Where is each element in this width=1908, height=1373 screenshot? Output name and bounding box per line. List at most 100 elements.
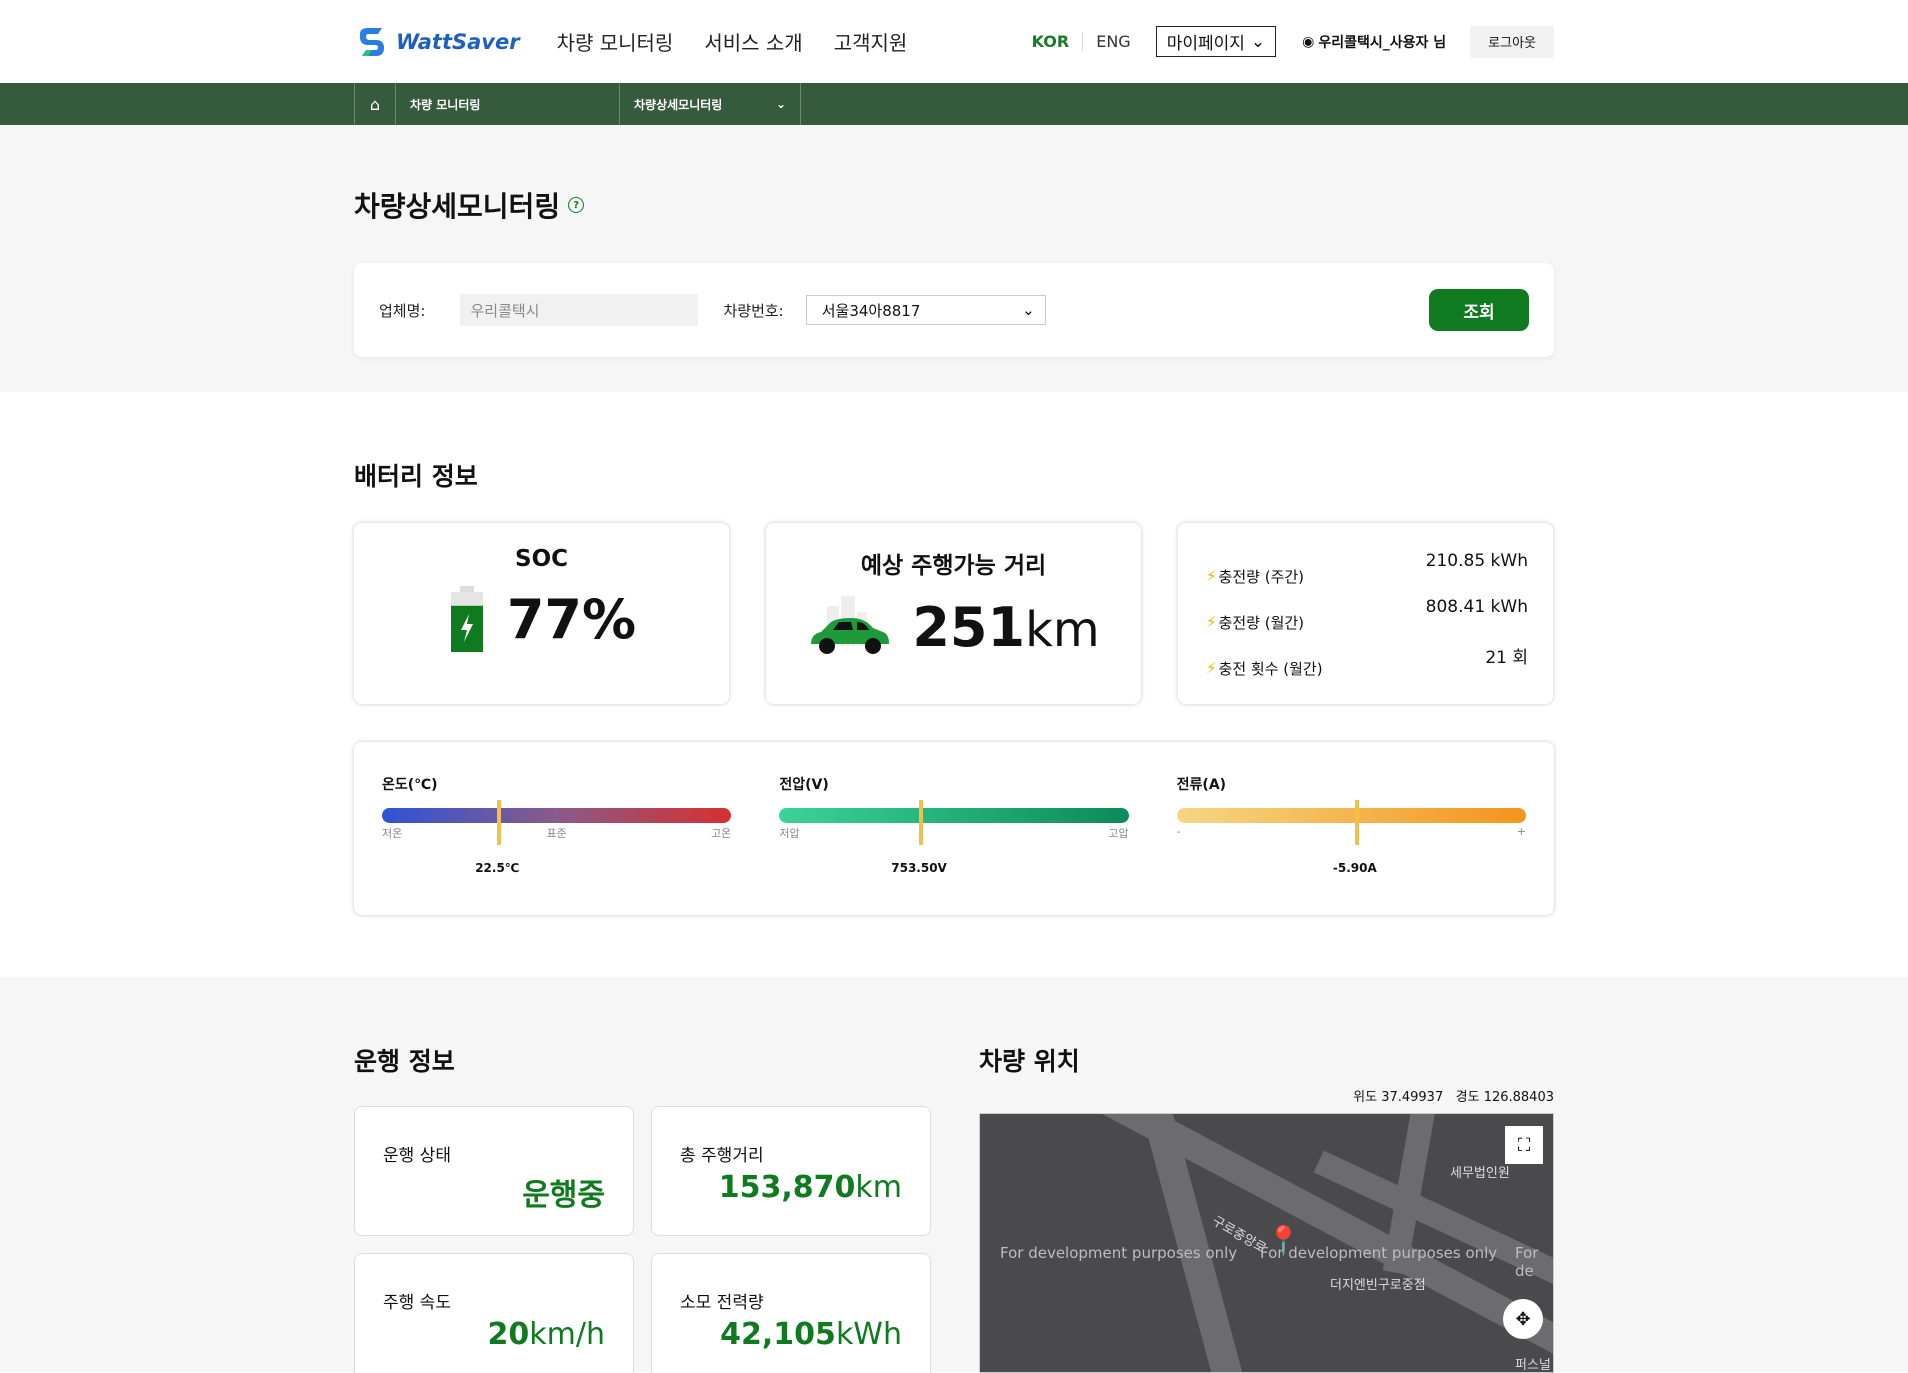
lng-label: 경도 (1455, 1090, 1480, 1105)
stat-row: ⚡ 충전량 (주간) 210.85 kWh (1206, 551, 1528, 597)
tile-label: 소모 전력량 (680, 1293, 764, 1313)
header: WattSaver 차량 모니터링 서비스 소개 고객지원 KOR ENG 마이… (0, 0, 1908, 83)
battery-icon (450, 586, 483, 652)
user-info[interactable]: ◉ 우리콜택시_사용자 님 (1302, 32, 1446, 52)
battery-title: 배터리 정보 (354, 462, 478, 491)
chevron-down-icon: ⌄ (1022, 301, 1035, 319)
tile-value: 20 (487, 1317, 530, 1352)
stat-row: ⚡ 충전량 (월간) 808.41 kWh (1206, 597, 1528, 643)
stat-value: 808.41 kWh (1425, 597, 1528, 617)
chevron-down-icon: ⌄ (1250, 31, 1266, 52)
range-unit: km (1025, 601, 1100, 658)
nav-service-intro[interactable]: 서비스 소개 (704, 27, 802, 56)
breadcrumb-item-vehicle-monitoring[interactable]: 차량 모니터링 (396, 83, 620, 125)
nav-customer-support[interactable]: 고객지원 (834, 27, 908, 56)
gauge-tick: 고온 (711, 827, 732, 840)
gauge-title: 온도(℃) (382, 777, 438, 793)
range-card: 예상 주행가능 거리 251km (766, 523, 1141, 704)
fullscreen-icon[interactable]: ⛶ (1505, 1126, 1543, 1164)
location-title: 차량 위치 (979, 1047, 1080, 1076)
drive-status-tile: 운행 상태 운행중 (354, 1106, 634, 1236)
map-label: 더지엔빈구로중점 (1330, 1278, 1426, 1293)
stat-label: 충전 횟수 (월간) (1218, 659, 1323, 678)
help-icon[interactable]: ? (568, 197, 585, 213)
search-button[interactable]: 조회 (1429, 289, 1529, 331)
map-pin-icon[interactable]: 📍 (1266, 1224, 1301, 1257)
drive-section: 운행 정보 운행 상태 운행중 총 주행거리 153,870km 주행 속도 2… (0, 977, 1908, 1373)
coordinates: 위도 37.49937 경도 126.88403 (979, 1086, 1554, 1105)
gauge-value: 753.50V (891, 861, 947, 875)
mypage-label: 마이페이지 (1166, 34, 1245, 54)
gauge-bar (779, 800, 1129, 845)
gauge-value: -5.90A (1332, 861, 1377, 875)
company-field: 우리콜택시 (460, 294, 699, 326)
breadcrumb: ⌂ 차량 모니터링 차량상세모니터링 ⌄ (0, 83, 1908, 125)
bolt-icon: ⚡ (1206, 567, 1217, 585)
soc-title: SOC (515, 546, 568, 572)
vehicle-label: 차량번호: (723, 301, 784, 320)
voltage-gauge: 전압(V) 저압 고압 753.50V (779, 774, 1129, 915)
range-value: 251 (912, 595, 1026, 659)
search-panel: 업체명: 우리콜택시 차량번호: 서울34아8817 ⌄ 조회 (354, 263, 1554, 357)
chevron-down-icon: ⌄ (775, 97, 786, 111)
lang-kor[interactable]: KOR (1019, 32, 1084, 51)
tile-value: 42,105 (720, 1317, 836, 1352)
gauge-value: 22.5℃ (475, 861, 520, 875)
energy-tile: 소모 전력량 42,105kWh (651, 1253, 931, 1373)
gauge-marker (919, 800, 924, 845)
tile-value: 153,870 (718, 1170, 856, 1205)
lat-label: 위도 (1353, 1090, 1378, 1105)
company-label: 업체명: (379, 301, 426, 320)
gauge-bar (1176, 800, 1526, 845)
gauge-tick: 표준 (546, 827, 567, 840)
search-section: 차량상세모니터링 ? 업체명: 우리콜택시 차량번호: 서울34아8817 ⌄ … (0, 125, 1908, 392)
mypage-dropdown[interactable]: 마이페이지 ⌄ (1155, 26, 1277, 57)
tile-value: 운행중 (522, 1178, 605, 1213)
breadcrumb-item-detail[interactable]: 차량상세모니터링 ⌄ (620, 83, 801, 125)
vehicle-select-value: 서울34아8817 (821, 301, 921, 320)
page-title: 차량상세모니터링 (354, 190, 561, 223)
drive-title: 운행 정보 (354, 1047, 455, 1076)
breadcrumb-item-detail-label: 차량상세모니터링 (634, 97, 723, 112)
stat-label: 충전량 (월간) (1218, 613, 1305, 632)
total-distance-tile: 총 주행거리 153,870km (651, 1106, 931, 1236)
vehicle-select[interactable]: 서울34아8817 ⌄ (805, 295, 1046, 325)
temperature-gauge: 온도(℃) 저온 표준 고온 22.5℃ (382, 774, 732, 915)
lat-value: 37.49937 (1381, 1090, 1444, 1105)
tile-unit: kWh (835, 1317, 902, 1352)
speed-tile: 주행 속도 20km/h (354, 1253, 634, 1373)
gauge-marker (497, 800, 502, 845)
bolt-icon: ⚡ (1206, 659, 1217, 677)
nav-vehicle-monitoring[interactable]: 차량 모니터링 (557, 27, 674, 56)
logout-button[interactable]: 로그아웃 (1470, 25, 1554, 58)
battery-section: 배터리 정보 SOC 77% 예상 주행가능 거리 251km ⚡ 충전량 (주… (0, 392, 1908, 977)
gauges-panel: 온도(℃) 저온 표준 고온 22.5℃ 전압(V) 저압 고압 753.50V (354, 742, 1554, 915)
bolt-icon: ⚡ (1206, 613, 1217, 631)
gauge-tick: - (1176, 825, 1181, 838)
tile-unit: km/h (529, 1317, 605, 1352)
home-icon[interactable]: ⌂ (354, 83, 396, 125)
tile-label: 총 주행거리 (680, 1146, 764, 1166)
map-label: 퍼스널 (1515, 1358, 1551, 1373)
tile-label: 주행 속도 (383, 1293, 451, 1313)
dev-watermark: For development purposes only (1000, 1244, 1238, 1262)
stat-value: 210.85 kWh (1425, 551, 1528, 571)
gauge-marker (1354, 800, 1359, 845)
gauge-bar (382, 800, 732, 845)
page-title-wrap: 차량상세모니터링 ? (354, 185, 1554, 225)
lng-value: 126.88403 (1483, 1090, 1554, 1105)
soc-value: 77% (506, 587, 637, 651)
logo-text: WattSaver (396, 29, 520, 54)
lang-eng[interactable]: ENG (1083, 32, 1143, 51)
gauge-tick: + (1516, 825, 1526, 838)
vehicle-map[interactable]: 세무법인원 더지엔빈구로중점 구로중앙로 퍼스널 For development… (979, 1113, 1554, 1373)
user-name: 우리콜택시_사용자 님 (1318, 34, 1447, 51)
logo[interactable]: WattSaver (354, 24, 520, 60)
user-icon: ◉ (1302, 33, 1315, 50)
map-pan-icon[interactable]: ✥ (1503, 1299, 1543, 1339)
soc-card: SOC 77% (354, 523, 729, 704)
map-label: 세무법인원 (1450, 1166, 1510, 1181)
tile-unit: km (855, 1170, 902, 1205)
charge-stats-card: ⚡ 충전량 (주간) 210.85 kWh ⚡ 충전량 (월간) 808.41 kW… (1178, 523, 1553, 704)
range-title: 예상 주행가능 거리 (860, 553, 1047, 579)
